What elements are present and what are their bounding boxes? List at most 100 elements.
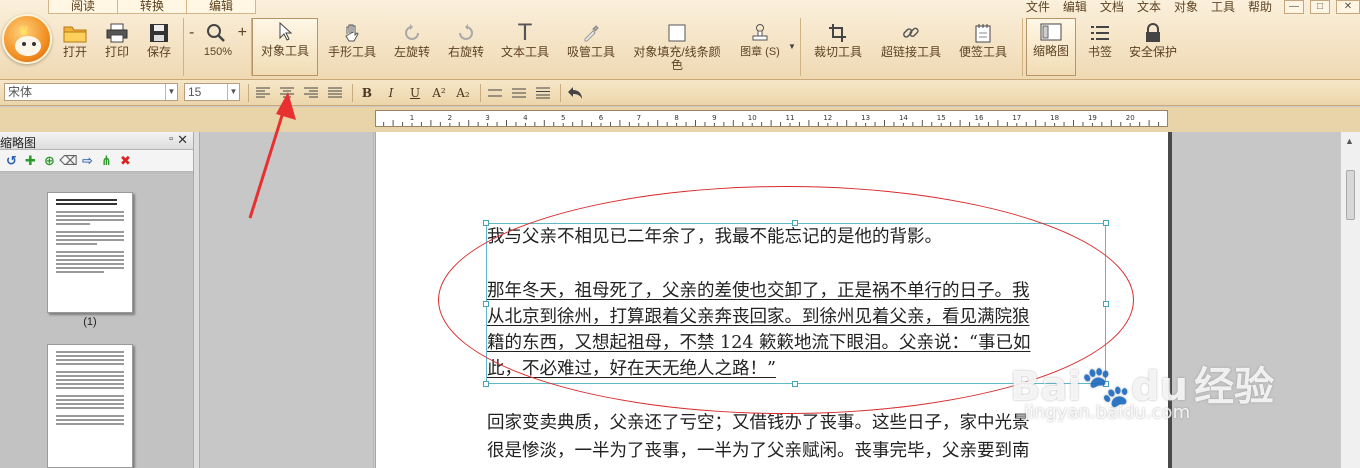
thumbnail-panel: 缩略图 ▫ ✕ ↺ ✚ ⊕ ⌫ ⇨ ⋔ ✖ (1) xyxy=(0,132,193,468)
hyperlink-tool-button[interactable]: 超链接工具 xyxy=(878,20,944,76)
page-thumbnail-label: (1) xyxy=(83,316,97,328)
vertical-scrollbar[interactable]: ▲ xyxy=(1340,132,1360,468)
tab-edit[interactable]: 编辑 xyxy=(186,0,256,14)
resize-handle[interactable] xyxy=(792,220,798,226)
menu-file[interactable]: 文件 xyxy=(1026,1,1050,13)
maximize-button[interactable]: □ xyxy=(1310,0,1330,14)
tab-read[interactable]: 阅读 xyxy=(48,0,118,14)
split-page-icon[interactable]: ⋔ xyxy=(97,153,116,169)
undo-button[interactable] xyxy=(566,84,584,102)
close-window-button[interactable]: ✕ xyxy=(1336,0,1360,14)
ruler-tick-label: 4 xyxy=(523,114,528,122)
panel-close-button[interactable]: ✕ xyxy=(177,132,188,148)
paragraph-3-line-1[interactable]: 回家变卖典质，父亲还了亏空；又借钱办了丧事。这些日子，家中光景 xyxy=(487,410,1030,436)
resize-handle[interactable] xyxy=(483,220,489,226)
line-spacing-icon xyxy=(488,89,502,97)
rotate-right-button[interactable]: 右旋转 xyxy=(444,20,488,76)
tab-convert[interactable]: 转换 xyxy=(117,0,187,14)
ruler-tick-label: 20 xyxy=(1126,114,1135,122)
hand-tool-button[interactable]: 手形工具 xyxy=(322,20,382,76)
chevron-down-icon: ▼ xyxy=(165,84,177,100)
page-thumbnail-2[interactable] xyxy=(47,344,133,468)
panel-toolbar: ↺ ✚ ⊕ ⌫ ⇨ ⋔ ✖ xyxy=(0,150,193,172)
align-justify-icon xyxy=(328,87,342,98)
bookmark-panel-button[interactable]: 书签 xyxy=(1084,20,1116,76)
resize-handle[interactable] xyxy=(483,381,489,387)
crop-icon xyxy=(828,20,848,46)
rotate-left-icon xyxy=(402,20,422,46)
menu-tools[interactable]: 工具 xyxy=(1211,1,1235,13)
cursor-arrow-icon xyxy=(277,19,293,45)
menu-edit[interactable]: 编辑 xyxy=(1063,1,1087,13)
resize-handle[interactable] xyxy=(792,381,798,387)
chain-link-icon xyxy=(901,20,921,46)
delete-page-icon[interactable]: ✖ xyxy=(116,153,135,169)
horizontal-ruler[interactable]: 1 2 3 4 5 6 7 8 9 10 11 12 13 14 15 16 17 18 19 20 xyxy=(375,110,1168,127)
scroll-thumb[interactable] xyxy=(1346,170,1355,220)
print-button[interactable]: 打印 xyxy=(102,20,132,76)
insert-page-icon[interactable]: ✚ xyxy=(21,153,40,169)
rotate-left-button[interactable]: 左旋转 xyxy=(390,20,434,76)
security-button[interactable]: 安全保护 xyxy=(1126,20,1180,76)
italic-button[interactable]: I xyxy=(382,84,400,102)
ribbon-tabs: 阅读 转换 编辑 xyxy=(48,0,256,14)
thumbnail-list: (1) xyxy=(0,174,193,468)
export-page-icon[interactable]: ⇨ xyxy=(78,153,97,169)
app-logo[interactable]: ♛ xyxy=(2,14,52,64)
insert-file-icon[interactable]: ⊕ xyxy=(40,153,59,169)
paragraph-3-line-2[interactable]: 很是惨淡，一半为了丧事，一半为了父亲赋闲。丧事完毕，父亲要到南 xyxy=(487,438,1030,464)
color-square-icon xyxy=(667,20,687,46)
subscript-button[interactable]: A₂ xyxy=(454,84,472,102)
resize-handle[interactable] xyxy=(1103,301,1109,307)
line-spacing-2-button[interactable] xyxy=(510,84,528,102)
ruler-tick-label: 19 xyxy=(1088,114,1097,122)
scroll-up-arrow-icon[interactable]: ▲ xyxy=(1345,136,1354,146)
menu-object[interactable]: 对象 xyxy=(1174,1,1198,13)
sticky-note-tool-button[interactable]: 便签工具 xyxy=(956,20,1010,76)
ruler-tick-label: 2 xyxy=(448,114,452,122)
resize-handle[interactable] xyxy=(483,301,489,307)
menu-document[interactable]: 文档 xyxy=(1100,1,1124,13)
ruler-tick-label: 12 xyxy=(823,114,832,122)
undo-arrow-icon xyxy=(568,87,582,99)
line-spacing-1-button[interactable] xyxy=(486,84,504,102)
rotate-right-icon xyxy=(456,20,476,46)
save-button[interactable]: 保存 xyxy=(144,20,174,76)
crop-tool-button[interactable]: 裁切工具 xyxy=(810,20,866,76)
resize-handle[interactable] xyxy=(1103,220,1109,226)
align-justify-button[interactable] xyxy=(326,84,344,102)
line-spacing-icon xyxy=(536,87,550,99)
superscript-button[interactable]: A² xyxy=(430,84,448,102)
ruler-tick-label: 6 xyxy=(599,114,604,122)
eyedropper-button[interactable]: 吸管工具 xyxy=(564,20,618,76)
font-family-select[interactable]: 宋体 ▼ xyxy=(4,83,178,101)
zoom-out-button[interactable]: - xyxy=(186,24,197,42)
ruler-tick-label: 13 xyxy=(861,114,870,122)
open-button[interactable]: 打开 xyxy=(60,20,90,76)
minimize-button[interactable]: — xyxy=(1284,0,1304,14)
ruler-tick-label: 18 xyxy=(1050,114,1059,122)
erase-page-icon[interactable]: ⌫ xyxy=(59,153,78,169)
page-thumbnail-1[interactable] xyxy=(47,192,133,313)
bookmark-list-icon xyxy=(1090,20,1110,46)
stamp-button[interactable]: 图章 (S) xyxy=(736,20,784,76)
panel-splitter[interactable] xyxy=(193,132,200,468)
ruler-tick-label: 15 xyxy=(937,114,946,122)
annotation-arrow xyxy=(248,92,296,219)
thumbnail-panel-button[interactable]: 缩略图 xyxy=(1026,18,1076,76)
object-tool-button[interactable]: 对象工具 xyxy=(252,18,318,76)
zoom-control[interactable]: - + 150% xyxy=(186,20,250,76)
underline-button[interactable]: U xyxy=(406,84,424,102)
menu-text[interactable]: 文本 xyxy=(1137,1,1161,13)
stamp-dropdown-arrow-icon[interactable]: ▼ xyxy=(788,42,796,51)
rotate-page-icon[interactable]: ↺ xyxy=(2,153,21,169)
line-spacing-3-button[interactable] xyxy=(534,84,552,102)
fill-line-color-button[interactable]: 对象填充/线条颜 色 xyxy=(630,20,724,76)
pin-icon[interactable]: ▫ xyxy=(169,133,173,145)
menu-help[interactable]: 帮助 xyxy=(1248,1,1272,13)
align-right-button[interactable] xyxy=(302,84,320,102)
zoom-in-button[interactable]: + xyxy=(235,24,250,42)
bold-button[interactable]: B xyxy=(358,84,376,102)
ruler-tick-label: 14 xyxy=(899,114,908,122)
text-tool-button[interactable]: T 文本工具 xyxy=(498,20,552,76)
